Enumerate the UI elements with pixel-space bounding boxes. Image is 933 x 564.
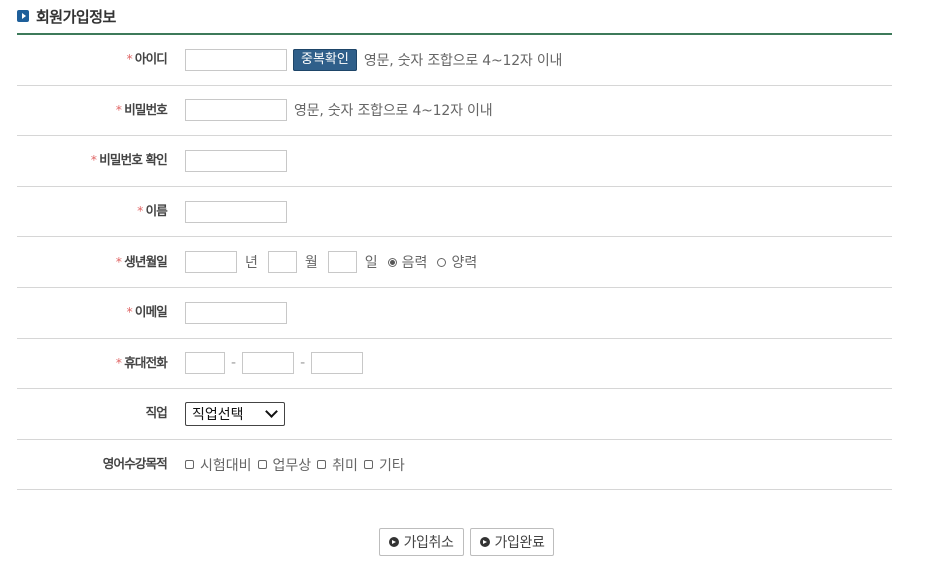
signup-page: 회원가입정보 * 아이디 중복확인 영문, 숫자 조합으로 4~12자 이내 * 비… xyxy=(0,0,933,564)
phone-separator: - xyxy=(300,355,306,372)
form-actions: 가입취소 가입완료 xyxy=(0,528,933,556)
password-field-group: 영문, 숫자 조합으로 4~12자 이내 xyxy=(185,99,493,122)
phone-label-text: 휴대전화 xyxy=(124,354,168,370)
phone-part3-input[interactable] xyxy=(311,352,364,375)
row-email: * 이메일 xyxy=(17,288,892,339)
job-field-group: 직업선택 xyxy=(185,401,285,426)
row-phone: * 휴대전화 - - xyxy=(17,339,892,390)
purpose-label-exam: 시험대비 xyxy=(200,457,252,474)
chevron-down-icon xyxy=(265,405,278,419)
purpose-checkbox-work[interactable] xyxy=(257,460,267,470)
purpose-checkbox-hobby[interactable] xyxy=(317,460,327,470)
email-field-group xyxy=(185,301,287,324)
birth-label: * 생년월일 xyxy=(17,251,168,274)
job-label: 직업 xyxy=(145,405,168,421)
phone-part1-input[interactable] xyxy=(185,352,225,375)
purpose-checkbox-exam[interactable] xyxy=(185,460,194,470)
purpose-field-group: 시험대비 업무상 취미 기타 xyxy=(185,455,415,475)
row-birth: * 생년월일 년 월 일 음력 양력 xyxy=(17,237,892,288)
password-confirm-label: * 비밀번호 확인 xyxy=(17,149,168,172)
name-field-group xyxy=(185,200,287,223)
job-select-value: 직업선택 xyxy=(192,406,244,423)
purpose-label-hobby: 취미 xyxy=(332,457,358,474)
solar-label: 양력 xyxy=(451,255,478,272)
play-circle-icon xyxy=(388,537,399,547)
id-input[interactable] xyxy=(185,48,287,71)
row-password-confirm: * 비밀번호 확인 xyxy=(17,136,892,187)
required-mark: * xyxy=(90,152,97,168)
section-header: 회원가입정보 xyxy=(17,6,116,26)
password-input[interactable] xyxy=(185,99,287,122)
year-unit: 년 xyxy=(245,255,258,272)
id-field-group: 중복확인 영문, 숫자 조합으로 4~12자 이내 xyxy=(185,48,563,71)
purpose-label: 영어수강목적 xyxy=(102,456,168,472)
required-mark: * xyxy=(115,101,122,117)
purpose-label-work: 업무상 xyxy=(272,457,312,474)
email-label: * 이메일 xyxy=(17,301,167,324)
phone-separator: - xyxy=(231,355,237,372)
row-job: 직업 직업선택 xyxy=(17,389,892,440)
row-id: * 아이디 중복확인 영문, 숫자 조합으로 4~12자 이내 xyxy=(17,35,892,86)
id-label-text: 아이디 xyxy=(134,51,168,67)
lunar-label: 음력 xyxy=(401,255,428,272)
name-input[interactable] xyxy=(185,200,287,223)
cancel-button-label: 가입취소 xyxy=(403,535,454,551)
birth-field-group: 년 월 일 음력 양력 xyxy=(185,251,487,274)
play-circle-icon xyxy=(479,537,490,547)
birth-day-input[interactable] xyxy=(327,251,357,274)
id-hint: 영문, 숫자 조합으로 4~12자 이내 xyxy=(363,52,563,69)
lunar-radio[interactable] xyxy=(387,257,397,267)
email-input[interactable] xyxy=(185,301,287,324)
password-label-text: 비밀번호 xyxy=(124,101,168,117)
row-password: * 비밀번호 영문, 숫자 조합으로 4~12자 이내 xyxy=(17,86,892,137)
row-purpose: 영어수강목적 시험대비 업무상 취미 기타 xyxy=(17,440,892,491)
name-label-text: 이름 xyxy=(145,203,168,219)
required-mark: * xyxy=(137,203,143,219)
section-title: 회원가입정보 xyxy=(36,7,116,26)
birth-label-text: 생년월일 xyxy=(124,253,168,269)
required-mark: * xyxy=(126,51,132,67)
cancel-button[interactable]: 가입취소 xyxy=(378,528,464,556)
email-label-text: 이메일 xyxy=(134,304,168,320)
phone-field-group: - - xyxy=(185,352,364,375)
purpose-label-other: 기타 xyxy=(378,457,405,474)
signup-form: * 아이디 중복확인 영문, 숫자 조합으로 4~12자 이내 * 비밀번호 영문,… xyxy=(17,35,892,491)
duplicate-check-button[interactable]: 중복확인 xyxy=(293,48,357,71)
solar-radio[interactable] xyxy=(437,257,447,267)
required-mark: * xyxy=(126,304,132,320)
day-unit: 일 xyxy=(364,255,378,272)
play-square-icon xyxy=(17,10,29,22)
birth-year-input[interactable] xyxy=(185,251,237,274)
required-mark: * xyxy=(115,253,122,269)
submit-button-label: 가입완료 xyxy=(494,535,545,551)
required-mark: * xyxy=(115,354,122,370)
id-label: * 아이디 xyxy=(17,48,167,71)
password-confirm-field-group xyxy=(185,149,287,172)
submit-button[interactable]: 가입완료 xyxy=(469,528,555,556)
phone-label: * 휴대전화 xyxy=(17,352,168,375)
password-confirm-label-text: 비밀번호 확인 xyxy=(99,152,168,168)
purpose-checkbox-other[interactable] xyxy=(363,460,373,470)
password-hint: 영문, 숫자 조합으로 4~12자 이내 xyxy=(294,103,493,120)
row-name: * 이름 xyxy=(17,187,892,238)
birth-month-input[interactable] xyxy=(267,251,297,274)
password-label: * 비밀번호 xyxy=(17,99,168,122)
password-confirm-input[interactable] xyxy=(185,149,287,172)
name-label: * 이름 xyxy=(17,200,168,223)
job-select[interactable]: 직업선택 xyxy=(185,401,285,426)
phone-part2-input[interactable] xyxy=(242,352,295,375)
month-unit: 월 xyxy=(304,255,318,272)
